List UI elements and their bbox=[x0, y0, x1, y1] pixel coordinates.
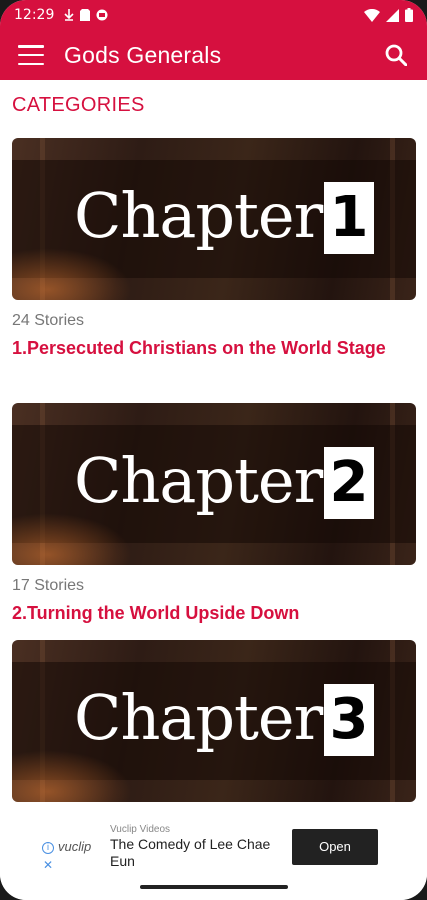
app-bar: Gods Generals bbox=[0, 30, 427, 80]
download-icon bbox=[64, 9, 74, 21]
navigation-bar bbox=[0, 874, 427, 900]
category-card-2[interactable]: Chapter 2 17 Stories 2.Turning the World… bbox=[12, 403, 416, 627]
category-list: CATEGORIES Chapter 1 24 Stories 1.Persec… bbox=[0, 80, 427, 820]
category-card-1[interactable]: Chapter 1 24 Stories 1.Persecuted Christ… bbox=[12, 138, 416, 362]
chapter-word: Chapter bbox=[74, 444, 323, 517]
category-title[interactable]: 2.Turning the World Upside Down bbox=[12, 599, 416, 627]
story-count: 24 Stories bbox=[12, 312, 85, 329]
status-time: 12:29 bbox=[14, 7, 55, 23]
category-title[interactable]: 1.Persecuted Christians on the World Sta… bbox=[12, 334, 416, 362]
category-card-3[interactable]: Chapter 3 bbox=[12, 640, 416, 802]
chapter-number: 2 bbox=[324, 447, 374, 519]
chapter-image: Chapter 2 bbox=[12, 403, 416, 565]
home-handle[interactable] bbox=[139, 885, 288, 889]
chapter-number: 1 bbox=[324, 182, 374, 254]
menu-icon[interactable] bbox=[18, 45, 44, 65]
close-icon[interactable]: ✕ bbox=[43, 858, 53, 872]
app-title: Gods Generals bbox=[64, 41, 222, 68]
ad-source: Vuclip Videos bbox=[110, 824, 171, 835]
search-icon[interactable] bbox=[383, 42, 409, 68]
info-icon[interactable]: i bbox=[42, 842, 54, 854]
status-bar: 12:29 bbox=[0, 0, 427, 30]
chapter-number: 3 bbox=[324, 684, 374, 756]
status-system-icons bbox=[364, 8, 413, 22]
status-notification-icons bbox=[64, 9, 108, 21]
sd-card-icon bbox=[80, 9, 91, 21]
phone-screen: 12:29 Gods Generals CATEGORIES Chapter 1… bbox=[0, 0, 427, 900]
ad-banner[interactable]: i ✕ vuclip Vuclip Videos The Comedy of L… bbox=[40, 820, 388, 874]
section-title: CATEGORIES bbox=[12, 94, 145, 116]
battery-icon bbox=[405, 8, 413, 22]
wifi-icon bbox=[364, 8, 380, 22]
app-notification-icon bbox=[96, 9, 108, 21]
chapter-image: Chapter 1 bbox=[12, 138, 416, 300]
ad-text[interactable]: The Comedy of Lee Chae Eun bbox=[110, 836, 290, 870]
chapter-image: Chapter 3 bbox=[12, 640, 416, 802]
chapter-word: Chapter bbox=[74, 179, 323, 252]
ad-open-button[interactable]: Open bbox=[292, 829, 378, 865]
ad-logo: vuclip bbox=[58, 839, 92, 854]
signal-icon bbox=[386, 8, 399, 22]
story-count: 17 Stories bbox=[12, 577, 85, 594]
chapter-word: Chapter bbox=[74, 681, 323, 754]
